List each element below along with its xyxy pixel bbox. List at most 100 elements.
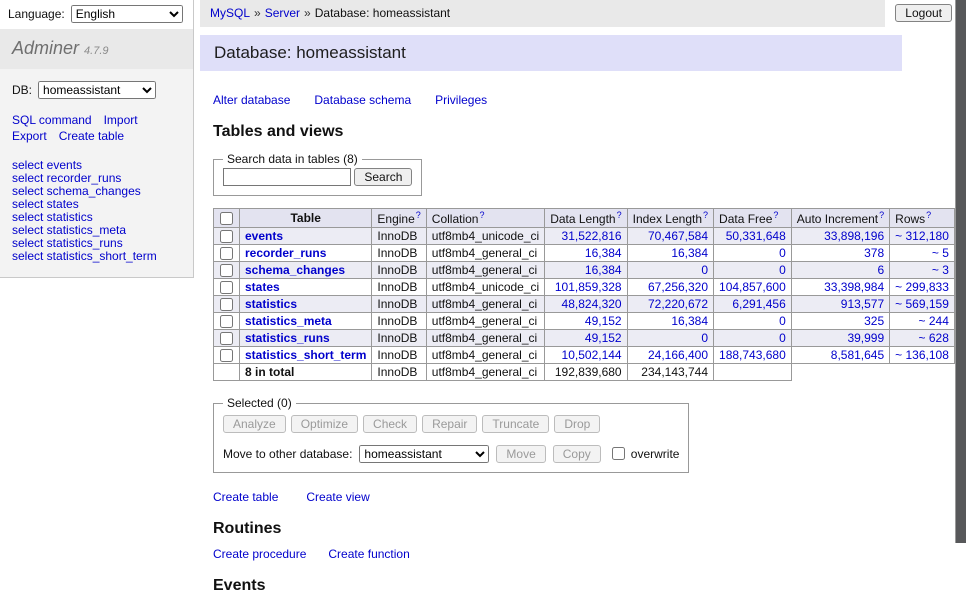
topbar: MySQL»Server»Database: homeassistant Log… <box>200 0 966 27</box>
truncate-button[interactable]: Truncate <box>482 415 549 433</box>
row-checkbox[interactable] <box>220 298 233 311</box>
breadcrumb: MySQL»Server»Database: homeassistant <box>200 0 885 27</box>
rows-cell: ~ 312,180 <box>890 228 955 245</box>
vertical-scrollbar[interactable] <box>955 0 966 543</box>
table-row-statistics-runs: statistics_runsInnoDButf8mb4_general_ci4… <box>214 330 966 347</box>
sidebar-table-link-select-states[interactable]: select states <box>12 197 79 211</box>
optimize-button[interactable]: Optimize <box>291 415 358 433</box>
column-help-link[interactable]: ? <box>479 210 484 220</box>
summary-data-length-cell: 192,839,680 <box>545 364 627 381</box>
db-select[interactable]: homeassistant <box>38 81 156 99</box>
breadcrumb-item-mysql[interactable]: MySQL <box>210 6 250 20</box>
auto-increment-cell: 39,999 <box>791 330 889 347</box>
auto-increment-cell: 913,577 <box>791 296 889 313</box>
drop-button[interactable]: Drop <box>554 415 600 433</box>
sidebar-table-link-select-statistics[interactable]: select statistics <box>12 210 93 224</box>
row-checkbox[interactable] <box>220 332 233 345</box>
search-fieldset: Search data in tables (8) Search <box>213 152 422 196</box>
analyze-button[interactable]: Analyze <box>223 415 286 433</box>
rows-count-link[interactable]: ~ 3 <box>932 263 949 277</box>
sidebar-link-sql-command[interactable]: SQL command <box>12 113 92 127</box>
row-checkbox[interactable] <box>220 264 233 277</box>
collation-cell: utf8mb4_unicode_ci <box>426 228 544 245</box>
search-input[interactable] <box>223 168 351 186</box>
sidebar-link-export[interactable]: Export <box>12 129 47 143</box>
rows-count-link[interactable]: ~ 628 <box>919 331 949 345</box>
table-name-link[interactable]: schema_changes <box>245 263 345 277</box>
table-name-link[interactable]: statistics <box>245 297 297 311</box>
row-checkbox[interactable] <box>220 349 233 362</box>
create-view-link[interactable]: Create view <box>306 490 369 504</box>
alter-database-link[interactable]: Alter database <box>213 93 290 107</box>
rows-cell: ~ 5 <box>890 245 955 262</box>
command-links: SQL command Import Export Create table <box>12 113 181 143</box>
sidebar: Language: English Adminer4.7.9 DB: homea… <box>0 0 194 543</box>
rows-count-link[interactable]: ~ 299,833 <box>895 280 949 294</box>
table-name-link[interactable]: recorder_runs <box>245 246 326 260</box>
move-button[interactable]: Move <box>496 445 545 463</box>
engine-cell: InnoDB <box>372 313 426 330</box>
collation-cell: utf8mb4_general_ci <box>426 313 544 330</box>
data-length-cell: 48,824,320 <box>545 296 627 313</box>
overwrite-checkbox[interactable] <box>612 447 625 460</box>
data-free-cell: 0 <box>714 245 792 262</box>
repair-button[interactable]: Repair <box>422 415 477 433</box>
selected-fieldset: Selected (0) AnalyzeOptimizeCheckRepairT… <box>213 396 689 473</box>
column-help-link[interactable]: ? <box>617 210 622 220</box>
table-name-link[interactable]: statistics_runs <box>245 331 330 345</box>
row-checkbox[interactable] <box>220 315 233 328</box>
table-name-link[interactable]: statistics_short_term <box>245 348 366 362</box>
collation-cell: utf8mb4_general_ci <box>426 262 544 279</box>
sidebar-table-link-select-recorder-runs[interactable]: select recorder_runs <box>12 171 121 185</box>
collation-cell: utf8mb4_general_ci <box>426 330 544 347</box>
row-checkbox[interactable] <box>220 247 233 260</box>
move-db-select[interactable]: homeassistant <box>359 445 489 463</box>
row-checkbox[interactable] <box>220 230 233 243</box>
sidebar-table-link-select-statistics-short-term[interactable]: select statistics_short_term <box>12 249 157 263</box>
create-function-link[interactable]: Create function <box>328 547 409 561</box>
sidebar-table-link-select-statistics-runs[interactable]: select statistics_runs <box>12 236 123 250</box>
language-select[interactable]: English <box>71 5 183 23</box>
sidebar-table-link-select-schema-changes[interactable]: select schema_changes <box>12 184 141 198</box>
privileges-link[interactable]: Privileges <box>435 93 487 107</box>
rows-count-link[interactable]: ~ 136,108 <box>895 348 949 362</box>
engine-cell: InnoDB <box>372 245 426 262</box>
routine-links: Create procedure Create function <box>213 547 902 561</box>
breadcrumb-item-server[interactable]: Server <box>265 6 300 20</box>
sidebar-main: Language: English Adminer4.7.9 DB: homea… <box>0 0 194 278</box>
scrollbar-thumb[interactable] <box>956 0 966 543</box>
database-schema-link[interactable]: Database schema <box>314 93 411 107</box>
logout-button[interactable]: Logout <box>895 4 952 22</box>
row-checkbox[interactable] <box>220 281 233 294</box>
search-button[interactable]: Search <box>354 168 412 186</box>
rows-cell: ~ 136,108 <box>890 347 955 364</box>
rows-count-link[interactable]: ~ 569,159 <box>895 297 949 311</box>
routines-heading: Routines <box>213 520 902 538</box>
select-all-checkbox[interactable] <box>220 212 233 225</box>
sidebar-link-create-table[interactable]: Create table <box>59 129 124 143</box>
table-name-link[interactable]: statistics_meta <box>245 314 332 328</box>
page-title: Database: homeassistant <box>200 35 902 71</box>
copy-button[interactable]: Copy <box>553 445 601 463</box>
sidebar-link-import[interactable]: Import <box>104 113 138 127</box>
sidebar-table-link-select-statistics-meta[interactable]: select statistics_meta <box>12 223 126 237</box>
table-name-link[interactable]: states <box>245 280 280 294</box>
rows-count-link[interactable]: ~ 312,180 <box>895 229 949 243</box>
db-label: DB: <box>12 83 32 97</box>
column-help-link[interactable]: ? <box>879 210 884 220</box>
language-label: Language: <box>8 7 65 21</box>
table-name-link[interactable]: events <box>245 229 283 243</box>
check-button[interactable]: Check <box>363 415 417 433</box>
app-title: Adminer4.7.9 <box>0 29 193 69</box>
rows-count-link[interactable]: ~ 244 <box>919 314 949 328</box>
column-help-link[interactable]: ? <box>926 210 931 220</box>
sidebar-table-link-select-events[interactable]: select events <box>12 158 82 172</box>
collation-cell: utf8mb4_unicode_ci <box>426 279 544 296</box>
column-help-link[interactable]: ? <box>703 210 708 220</box>
create-table-link[interactable]: Create table <box>213 490 278 504</box>
column-help-link[interactable]: ? <box>773 210 778 220</box>
move-label: Move to other database: <box>223 447 352 461</box>
rows-count-link[interactable]: ~ 5 <box>932 246 949 260</box>
create-procedure-link[interactable]: Create procedure <box>213 547 306 561</box>
column-help-link[interactable]: ? <box>416 210 421 220</box>
